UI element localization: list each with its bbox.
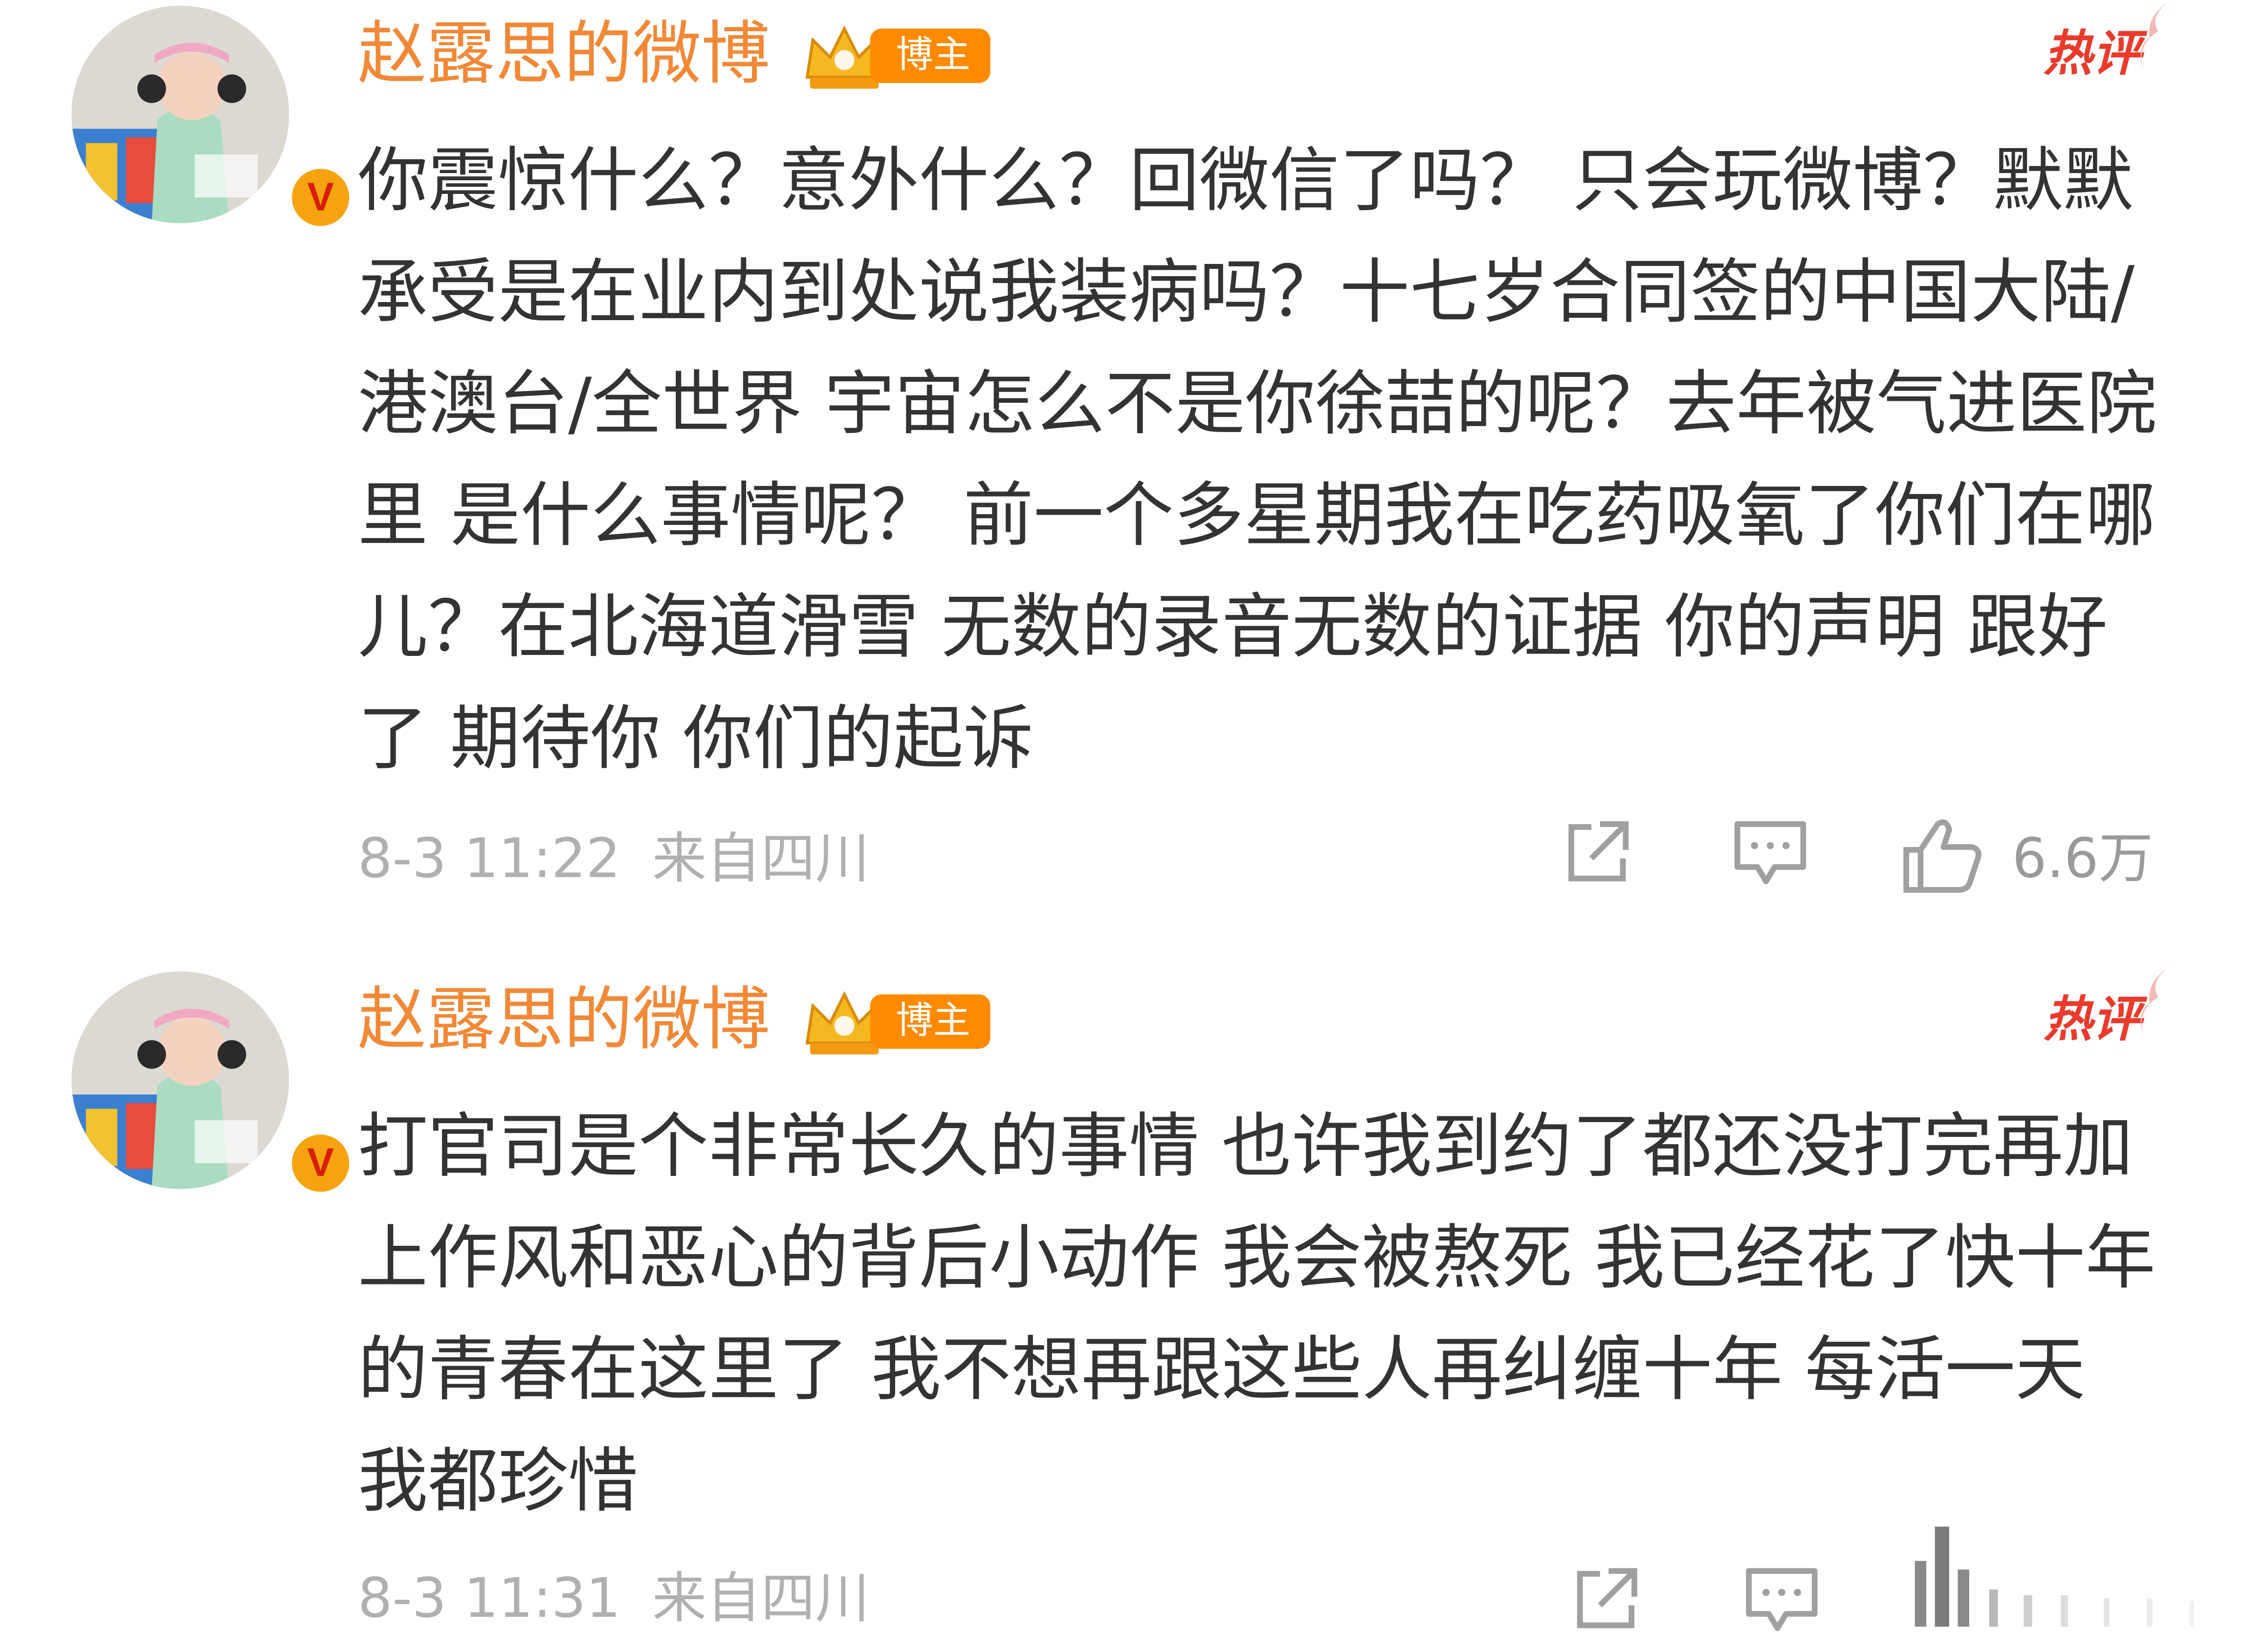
comment-icon[interactable] <box>1743 1563 1820 1637</box>
share-icon[interactable] <box>1568 1563 1643 1637</box>
like-count: 6.6万 <box>2012 826 2153 890</box>
like-icon[interactable] <box>1900 816 1983 896</box>
avatar-photo <box>71 5 289 223</box>
hot-comment-tag: 热评 <box>2044 25 2141 83</box>
comment-location: 来自四川 <box>652 826 870 890</box>
share-icon[interactable] <box>1560 816 1634 890</box>
username[interactable]: 赵露思的微博 <box>358 11 770 97</box>
comment-feed: V 赵露思的微博 博主 热评 你震惊什么？意外什么？回微信了吗？ 只会玩微博？默… <box>0 0 2244 1651</box>
flame-icon <box>2140 968 2167 1038</box>
comment-text: 你震惊什么？意外什么？回微信了吗？ 只会玩微博？默默承受是在业内到处说我装病吗？… <box>357 140 2157 780</box>
comment-time: 8-3 11:22 <box>357 826 621 890</box>
avatar-photo <box>71 971 289 1189</box>
blogger-badge: 博主 <box>801 986 993 1055</box>
flame-icon <box>2140 2 2167 72</box>
comment-meta: 8-3 11:22 来自四川 <box>358 827 870 890</box>
blogger-badge-label: 博主 <box>870 994 990 1049</box>
comment-text: 打官司是个非常长久的事情 也许我到约了都还没打完再加上作风和恶心的背后小动作 我… <box>357 1106 2156 1522</box>
comment-location: 来自四川 <box>652 1566 870 1630</box>
verified-badge-icon: V <box>286 1129 355 1198</box>
comment-icon[interactable] <box>1732 816 1809 890</box>
comment-meta: 8-3 11:31 来自四川 <box>358 1566 870 1630</box>
blogger-badge-label: 博主 <box>870 28 990 83</box>
hot-comment-tag: 热评 <box>2044 991 2141 1049</box>
comment-time: 8-3 11:31 <box>357 1566 621 1630</box>
avatar[interactable]: V <box>71 971 355 1198</box>
blogger-badge: 博主 <box>801 20 993 89</box>
avatar[interactable]: V <box>71 5 355 232</box>
username[interactable]: 赵露思的微博 <box>358 977 770 1063</box>
watermark-bars-icon <box>1914 1526 2194 1627</box>
verified-badge-icon: V <box>286 163 355 232</box>
